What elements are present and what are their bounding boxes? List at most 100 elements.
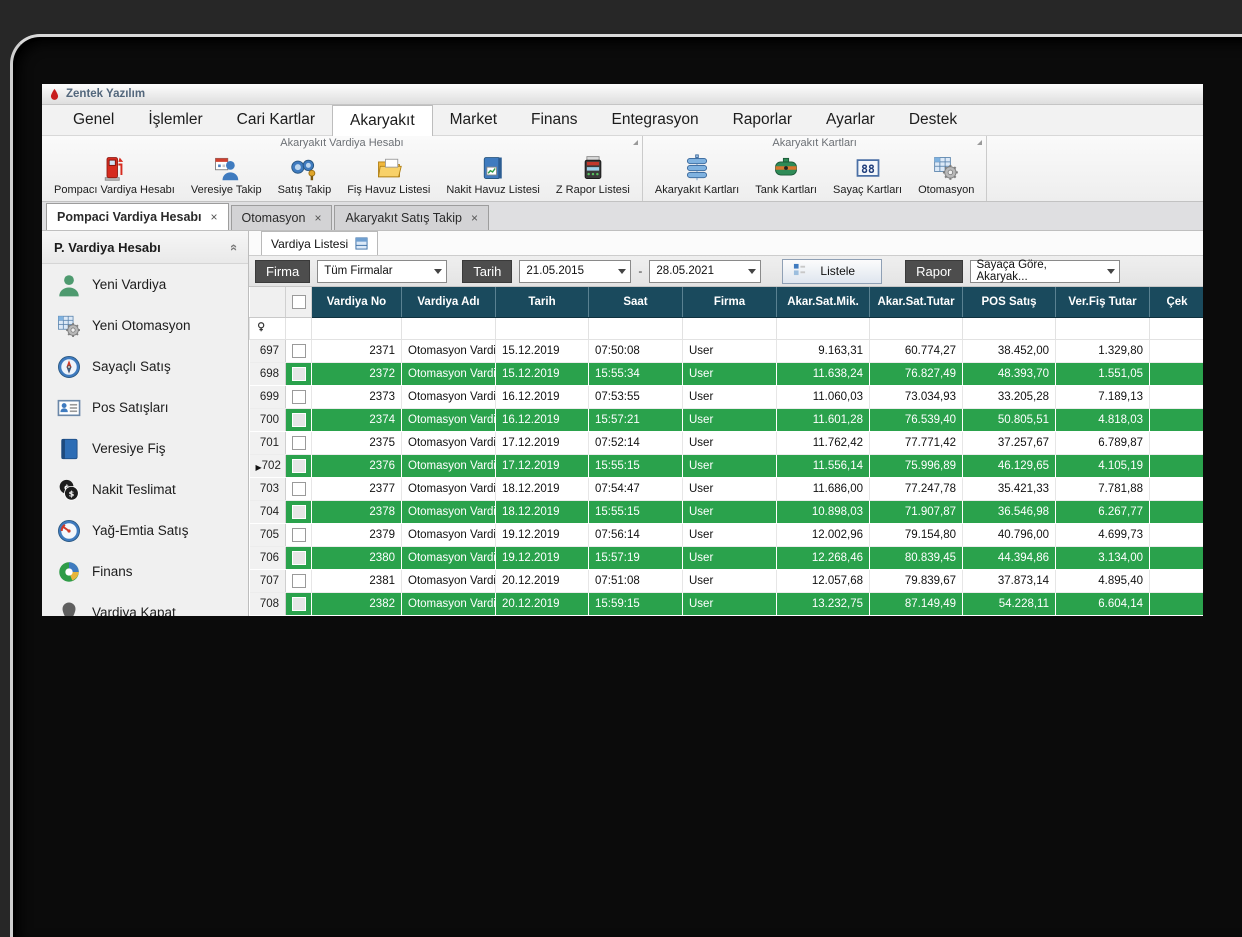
sayac-kartlari-button[interactable]: 88Sayaç Kartları bbox=[825, 151, 910, 201]
rapor-select[interactable]: Sayaça Göre, Akaryak... bbox=[970, 260, 1120, 283]
menu-item-finans[interactable]: Finans bbox=[514, 105, 595, 135]
sidebar-item-yag-emtia-satis[interactable]: Yağ-Emtia Satış bbox=[42, 510, 248, 551]
table-row[interactable]: 6992373Otomasyon Vardiya16.12.201907:53:… bbox=[250, 386, 1204, 409]
column-header-ver-fis-tutar[interactable]: Ver.Fiş Tutar bbox=[1056, 287, 1150, 318]
table-row[interactable]: 7032377Otomasyon Vardiya18.12.201907:54:… bbox=[250, 478, 1204, 501]
menu-item-market[interactable]: Market bbox=[433, 105, 514, 135]
row-checkbox[interactable] bbox=[292, 367, 306, 381]
row-select-cell[interactable] bbox=[286, 386, 312, 409]
row-select-cell[interactable] bbox=[286, 455, 312, 478]
row-checkbox[interactable] bbox=[292, 459, 306, 473]
column-header-firma[interactable]: Firma bbox=[683, 287, 777, 318]
column-header-vardiya-no[interactable]: Vardiya No bbox=[312, 287, 402, 318]
close-icon[interactable]: × bbox=[471, 211, 478, 225]
filter-cell[interactable] bbox=[777, 318, 870, 340]
sidebar-item-sayacli-satis[interactable]: Sayaçlı Satış bbox=[42, 346, 248, 387]
tank-kartlari-button[interactable]: Tank Kartları bbox=[747, 151, 825, 201]
sidebar-item-veresiye-fis[interactable]: Veresiye Fiş bbox=[42, 428, 248, 469]
row-select-cell[interactable] bbox=[286, 524, 312, 547]
row-select-cell[interactable] bbox=[286, 363, 312, 386]
column-header-saat[interactable]: Saat bbox=[589, 287, 683, 318]
column-header-vardiya-adi[interactable]: Vardiya Adı bbox=[402, 287, 496, 318]
filter-cell[interactable] bbox=[312, 318, 402, 340]
sidebar-item-vardiya-kapat[interactable]: Vardiya Kapat bbox=[42, 592, 248, 616]
menu-item-entegrasyon[interactable]: Entegrasyon bbox=[595, 105, 716, 135]
sidebar-item-nakit-teslimat[interactable]: ¢$Nakit Teslimat bbox=[42, 469, 248, 510]
table-row[interactable]: 7012375Otomasyon Vardiya17.12.201907:52:… bbox=[250, 432, 1204, 455]
row-checkbox[interactable] bbox=[292, 344, 306, 358]
sidebar-item-yeni-vardiya[interactable]: Yeni Vardiya bbox=[42, 264, 248, 305]
sidebar-header[interactable]: P. Vardiya Hesabı « bbox=[42, 231, 248, 264]
row-select-cell[interactable] bbox=[286, 593, 312, 616]
row-checkbox[interactable] bbox=[292, 551, 306, 565]
menu-item-destek[interactable]: Destek bbox=[892, 105, 974, 135]
table-row[interactable]: 7002374Otomasyon Vardiya16.12.201915:57:… bbox=[250, 409, 1204, 432]
filter-cell[interactable] bbox=[496, 318, 589, 340]
doc-tab-otomasyon[interactable]: Otomasyon× bbox=[231, 205, 333, 230]
row-select-cell[interactable] bbox=[286, 570, 312, 593]
date-from-picker[interactable]: 21.05.2015 bbox=[519, 260, 631, 283]
row-checkbox[interactable] bbox=[292, 482, 306, 496]
select-all-checkbox[interactable] bbox=[292, 295, 306, 309]
column-header-tarih[interactable]: Tarih bbox=[496, 287, 589, 318]
otomasyon-button[interactable]: Otomasyon bbox=[910, 151, 982, 201]
column-header-cek[interactable]: Çek bbox=[1150, 287, 1204, 318]
filter-cell[interactable] bbox=[963, 318, 1056, 340]
tab-vardiya-listesi[interactable]: Vardiya Listesi bbox=[261, 231, 378, 255]
menu-item-cari-kartlar[interactable]: Cari Kartlar bbox=[220, 105, 332, 135]
filter-cell[interactable] bbox=[402, 318, 496, 340]
row-select-cell[interactable] bbox=[286, 409, 312, 432]
row-select-cell[interactable] bbox=[286, 501, 312, 524]
menu-item-genel[interactable]: Genel bbox=[56, 105, 131, 135]
table-row[interactable]: 6972371Otomasyon Vardiya15.12.201907:50:… bbox=[250, 340, 1204, 363]
filter-cell[interactable] bbox=[683, 318, 777, 340]
column-header-pos-satis[interactable]: POS Satış bbox=[963, 287, 1056, 318]
close-icon[interactable]: × bbox=[314, 211, 321, 225]
row-select-cell[interactable] bbox=[286, 478, 312, 501]
collapse-icon[interactable]: « bbox=[227, 243, 242, 250]
sidebar-item-finans[interactable]: Finans bbox=[42, 551, 248, 592]
table-row[interactable]: 7052379Otomasyon Vardiya19.12.201907:56:… bbox=[250, 524, 1204, 547]
row-checkbox[interactable] bbox=[292, 574, 306, 588]
table-row[interactable]: 6982372Otomasyon Vardiya15.12.201915:55:… bbox=[250, 363, 1204, 386]
satis-takip-button[interactable]: Satış Takip bbox=[270, 151, 340, 201]
firma-select[interactable]: Tüm Firmalar bbox=[317, 260, 447, 283]
filter-cell[interactable] bbox=[589, 318, 683, 340]
filter-cell[interactable] bbox=[286, 318, 312, 340]
table-row[interactable]: 7042378Otomasyon Vardiya18.12.201915:55:… bbox=[250, 501, 1204, 524]
doc-tab-akaryakit-satis-takip[interactable]: Akaryakıt Satış Takip× bbox=[334, 205, 489, 230]
table-row[interactable]: 7062380Otomasyon Vardiya19.12.201915:57:… bbox=[250, 547, 1204, 570]
z-rapor-listesi-button[interactable]: Z Rapor Listesi bbox=[548, 151, 638, 201]
row-checkbox[interactable] bbox=[292, 597, 306, 611]
row-select-cell[interactable] bbox=[286, 432, 312, 455]
row-select-cell[interactable] bbox=[286, 547, 312, 570]
filter-cell[interactable] bbox=[870, 318, 963, 340]
row-select-cell[interactable] bbox=[286, 340, 312, 363]
sidebar-item-pos-satislari[interactable]: Pos Satışları bbox=[42, 387, 248, 428]
close-icon[interactable]: × bbox=[211, 210, 218, 224]
menu-item-akaryakit[interactable]: Akaryakıt bbox=[332, 105, 433, 136]
column-header-akar-sat-tutar[interactable]: Akar.Sat.Tutar bbox=[870, 287, 963, 318]
filter-cell[interactable] bbox=[1056, 318, 1150, 340]
select-all-header[interactable] bbox=[286, 287, 312, 318]
table-row[interactable]: 7072381Otomasyon Vardiya20.12.201907:51:… bbox=[250, 570, 1204, 593]
fis-havuz-listesi-button[interactable]: Fiş Havuz Listesi bbox=[339, 151, 438, 201]
row-checkbox[interactable] bbox=[292, 528, 306, 542]
table-row[interactable]: ▶7022376Otomasyon Vardiya17.12.201915:55… bbox=[250, 455, 1204, 478]
row-checkbox[interactable] bbox=[292, 390, 306, 404]
row-checkbox[interactable] bbox=[292, 505, 306, 519]
filter-cell[interactable] bbox=[1150, 318, 1204, 340]
doc-tab-pompaci-vardiya-hesabi[interactable]: Pompaci Vardiya Hesabı× bbox=[46, 203, 229, 230]
row-checkbox[interactable] bbox=[292, 436, 306, 450]
pompaci-vardiya-hesabi-button[interactable]: Pompacı Vardiya Hesabı bbox=[46, 151, 183, 201]
menu-item-ayarlar[interactable]: Ayarlar bbox=[809, 105, 892, 135]
menu-item-raporlar[interactable]: Raporlar bbox=[716, 105, 809, 135]
sidebar-item-yeni-otomasyon[interactable]: Yeni Otomasyon bbox=[42, 305, 248, 346]
auto-filter-row[interactable] bbox=[250, 318, 1204, 340]
menu-item-i-slemler[interactable]: İşlemler bbox=[131, 105, 219, 135]
veresiye-takip-button[interactable]: Veresiye Takip bbox=[183, 151, 270, 201]
column-header-akar-sat-mik[interactable]: Akar.Sat.Mik. bbox=[777, 287, 870, 318]
table-row[interactable]: 7082382Otomasyon Vardiya20.12.201915:59:… bbox=[250, 593, 1204, 616]
nakit-havuz-listesi-button[interactable]: Nakit Havuz Listesi bbox=[438, 151, 548, 201]
row-checkbox[interactable] bbox=[292, 413, 306, 427]
